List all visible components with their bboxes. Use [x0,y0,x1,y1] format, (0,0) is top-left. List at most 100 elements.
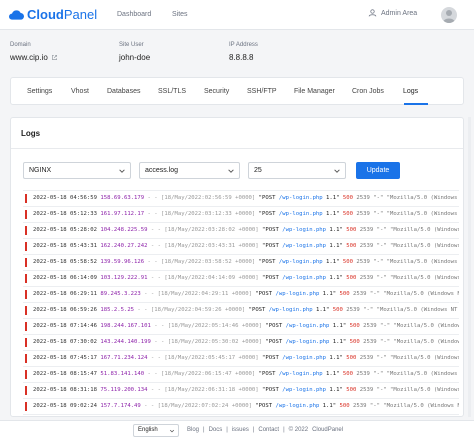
tab-cron-jobs[interactable]: Cron Jobs [352,88,384,95]
log-method: "POST [258,211,279,217]
log-separator: - - [150,323,168,329]
admin-area-link[interactable]: Admin Area [368,9,417,17]
tab-logs[interactable]: Logs [403,88,418,95]
log-path: /wp-login.php [278,211,323,217]
user-silhouette-icon [443,10,455,23]
cloudpanel-logo[interactable]: CloudPanel [8,7,97,22]
log-protocol: 1.1" [319,403,340,409]
log-date: [18/May/2022:06:31:18 +0000] [164,387,259,393]
footer-link-contact[interactable]: Contact [258,427,279,433]
site-tabs: Settings Vhost Databases SSL/TLS Securit… [10,77,464,105]
error-marker [25,354,27,363]
log-path: /wp-login.php [282,355,327,361]
log-row: 2022-05-18 05:43:31 162.240.27.242 - - [… [23,239,459,255]
log-protocol: 1.1" [329,339,350,345]
ip-address-label: IP Address [229,42,258,48]
tab-settings[interactable]: Settings [27,88,52,95]
user-avatar[interactable] [441,7,457,23]
tab-vhost[interactable]: Vhost [71,88,89,95]
log-method: "POST [258,371,279,377]
log-timestamp: 2022-05-18 09:02:24 [33,403,97,409]
log-type-select[interactable]: NGINX [23,162,131,179]
log-date: [18/May/2022:06:15:47 +0000] [161,371,256,377]
log-date: [18/May/2022:03:28:02 +0000] [164,227,259,233]
footer-links: Blog | Docs | issues | Contact | © 2022 … [187,427,343,433]
log-type-value: NGINX [29,167,52,174]
footer-separator: | [283,427,285,433]
log-separator: - - [134,307,151,313]
log-file-select[interactable]: access.log [139,162,240,179]
log-status: 500 [349,323,360,329]
log-timestamp: 2022-05-18 06:59:26 [33,307,97,313]
top-bar: CloudPanel Dashboard Sites Admin Area [0,0,474,30]
log-date: [18/May/2022:03:12:33 +0000] [161,211,256,217]
language-select[interactable]: English [133,424,179,437]
log-date: [18/May/2022:05:14:46 +0000] [167,323,263,329]
tab-databases[interactable]: Databases [107,88,140,95]
external-link-icon[interactable] [51,54,58,61]
log-method: "POST [262,387,283,393]
tab-ssl-tls[interactable]: SSL/TLS [158,88,186,95]
log-timestamp: 2022-05-18 06:29:11 [33,291,97,297]
log-date: [18/May/2022:04:29:11 +0000] [157,291,252,297]
log-path: /wp-login.php [282,387,327,393]
log-method: "POST [265,339,286,345]
log-separator: - - [140,291,158,297]
log-path: /wp-login.php [275,403,320,409]
error-marker [25,322,27,331]
log-separator: - - [150,339,168,345]
page-scrollbar[interactable] [468,117,471,417]
chevron-down-icon [334,169,340,173]
log-separator: - - [147,275,165,281]
log-row: 2022-05-18 05:12:33 161.97.112.17 - - [1… [23,207,459,223]
log-protocol: 1.1" [326,355,347,361]
site-user-label: Site User [119,42,144,48]
error-marker [25,290,27,299]
log-status: 500 [339,403,350,409]
log-protocol: 1.1" [322,371,343,377]
log-row: 2022-05-18 07:14:46 198.244.167.101 - - … [23,319,459,335]
log-protocol: 1.1" [312,307,333,313]
tab-security[interactable]: Security [204,88,229,95]
log-path: /wp-login.php [278,259,323,265]
log-protocol: 1.1" [329,323,350,329]
log-separator: - - [144,259,161,265]
error-marker [25,338,27,347]
log-ip: 143.244.140.199 [100,339,151,345]
log-row: 2022-05-18 05:58:52 139.59.96.126 - - [1… [23,255,459,271]
log-row: 2022-05-18 06:14:09 103.129.222.91 - - [… [23,271,459,287]
log-protocol: 1.1" [326,243,347,249]
log-path: /wp-login.php [278,195,323,201]
log-status: 500 [349,339,360,345]
log-protocol: 1.1" [326,275,347,281]
log-row: 2022-05-18 09:02:24 157.7.174.49 - - [18… [23,399,459,415]
log-user-agent: 2539 "-" "Mozilla/5.0 (Windows N [363,339,459,345]
tab-file-manager[interactable]: File Manager [294,88,335,95]
footer-link-issues[interactable]: issues [232,427,249,433]
log-status: 500 [332,307,343,313]
log-ip: 139.59.96.126 [100,259,145,265]
nav-sites[interactable]: Sites [172,11,188,18]
tab-ssh-ftp[interactable]: SSH/FTP [247,88,277,95]
nav-dashboard[interactable]: Dashboard [117,11,151,18]
log-method: "POST [258,259,279,265]
footer-link-docs[interactable]: Docs [209,427,223,433]
update-button[interactable]: Update [356,162,400,179]
log-separator: - - [140,403,158,409]
error-marker [25,370,27,379]
log-list[interactable]: 2022-05-18 04:56:59 158.69.63.179 - - [1… [23,190,459,416]
log-user-agent: 2539 "-" "Mozilla/5.0 (Windows NT [353,211,459,217]
error-marker [25,226,27,235]
log-date: [18/May/2022:05:30:02 +0000] [167,339,263,345]
log-method: "POST [255,291,276,297]
domain-value[interactable]: www.cip.io [10,53,48,62]
ip-address-info: IP Address 8.8.8.8 [229,42,258,62]
footer-link-blog[interactable]: Blog [187,427,199,433]
log-path: /wp-login.php [282,275,327,281]
log-row: 2022-05-18 08:15:47 51.83.141.140 - - [1… [23,367,459,383]
log-status: 500 [346,243,357,249]
error-marker [25,402,27,411]
card-divider [11,148,463,149]
line-count-select[interactable]: 25 [248,162,346,179]
log-ip: 198.244.167.101 [100,323,151,329]
